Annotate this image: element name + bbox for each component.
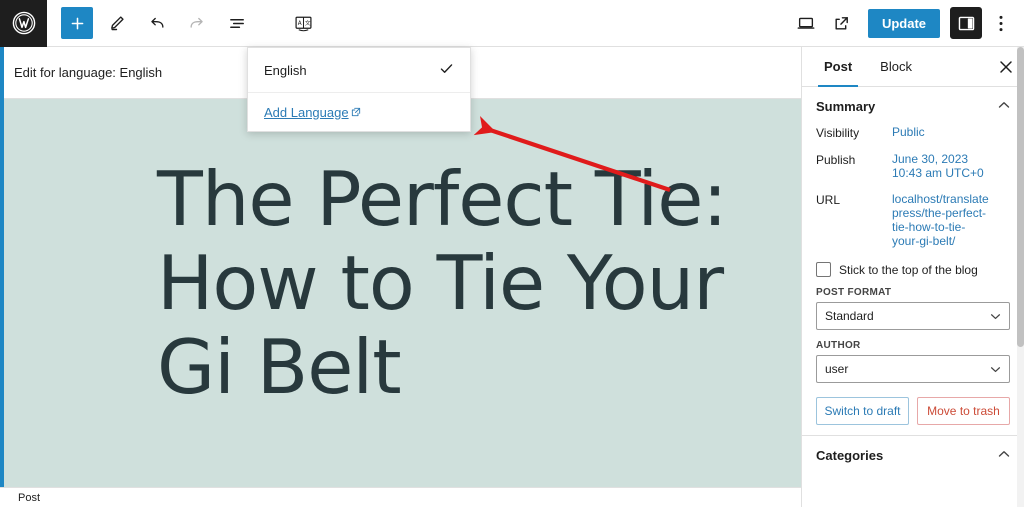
list-view-button[interactable]: [221, 7, 253, 39]
post-format-select[interactable]: Standard: [816, 302, 1010, 330]
list-view-icon: [229, 18, 244, 28]
toolbar-right-group: Update: [790, 7, 1024, 39]
summary-title: Summary: [816, 98, 876, 114]
row-visibility: Visibility Public: [816, 125, 1010, 140]
author-label: AUTHOR: [816, 340, 861, 351]
desktop-preview-icon: [797, 17, 815, 29]
switch-to-draft-button[interactable]: Switch to draft: [816, 397, 909, 425]
row-url: URL localhost/translatepress/the-perfect…: [816, 192, 1010, 248]
tab-block[interactable]: Block: [866, 47, 926, 86]
external-link-preview-icon: [835, 16, 849, 30]
tab-post[interactable]: Post: [810, 47, 866, 87]
language-menu-item-label: English: [264, 62, 307, 78]
post-title-block[interactable]: The Perfect Tie: How to Tie Your Gi Belt: [157, 157, 757, 409]
undo-arrow-icon: [151, 17, 164, 28]
url-value[interactable]: localhost/translatepress/the-perfect-tie…: [892, 192, 992, 248]
row-publish: Publish June 30, 2023 10:43 am UTC+0: [816, 152, 1010, 180]
translate-language-button[interactable]: A 文: [287, 7, 319, 39]
more-options-button[interactable]: [986, 7, 1016, 39]
svg-text:A: A: [297, 21, 301, 27]
publish-value[interactable]: June 30, 2023 10:43 am UTC+0: [892, 152, 992, 180]
author-value: user: [825, 362, 849, 376]
author-select[interactable]: user: [816, 355, 1010, 383]
sticky-post-checkbox[interactable]: [816, 262, 831, 277]
redo-button[interactable]: [181, 7, 213, 39]
toolbar-left-group: A 文: [47, 7, 327, 39]
post-format-value: Standard: [825, 309, 874, 323]
visibility-label: Visibility: [816, 126, 860, 140]
svg-text:文: 文: [304, 19, 310, 27]
edit-language-label: Edit for language: English: [14, 65, 163, 80]
canvas-language-accent: [0, 99, 4, 487]
translate-icon: A 文: [294, 16, 312, 31]
undo-button[interactable]: [141, 7, 173, 39]
editor-canvas[interactable]: The Perfect Tie: How to Tie Your Gi Belt: [0, 99, 801, 487]
checkmark-icon: [439, 61, 454, 80]
post-format-label: POST FORMAT: [816, 287, 892, 298]
add-language-label: Add Language: [264, 104, 349, 120]
add-language-menu-item[interactable]: Add Language: [248, 93, 470, 131]
preview-link-button[interactable]: [826, 7, 858, 39]
chevron-down-icon: [990, 309, 1001, 323]
url-label: URL: [816, 193, 841, 207]
external-link-icon: [351, 105, 361, 120]
chevron-down-icon: [990, 362, 1001, 376]
chevron-up-icon: [998, 101, 1010, 112]
settings-sidebar-toggle-button[interactable]: [950, 7, 982, 39]
chevron-up-icon: [998, 450, 1010, 461]
wordpress-logo-icon: [12, 11, 36, 35]
summary-section-body: Visibility Public Publish June 30, 2023 …: [802, 125, 1024, 436]
language-dropdown-menu: English Add Language: [247, 47, 471, 132]
settings-sidebar-icon: [958, 16, 974, 30]
three-dots-vertical-icon: [999, 15, 1003, 31]
edit-tool-button[interactable]: [101, 7, 133, 39]
editor-breadcrumb-bar: Post: [0, 487, 801, 507]
visibility-value[interactable]: Public: [892, 125, 925, 139]
categories-title: Categories: [816, 447, 884, 463]
plus-icon: [71, 17, 83, 29]
sidebar-tabs: Post Block: [802, 47, 1024, 87]
wordpress-block-editor: A 文 Update Edit for language: English En…: [0, 0, 1024, 507]
wordpress-logo-button[interactable]: [0, 0, 47, 47]
settings-sidebar: Post Block Summary Visibility Public Pub…: [801, 47, 1024, 507]
pencil-icon: [111, 16, 124, 31]
move-to-trash-button[interactable]: Move to trash: [917, 397, 1010, 425]
categories-section-header[interactable]: Categories: [802, 436, 1024, 474]
add-language-link[interactable]: Add Language: [264, 105, 361, 120]
sticky-post-label: Stick to the top of the blog: [839, 262, 978, 277]
update-button[interactable]: Update: [867, 8, 940, 38]
redo-arrow-icon: [190, 17, 203, 28]
breadcrumb-post[interactable]: Post: [18, 492, 40, 504]
language-bar-accent: [0, 47, 4, 99]
close-icon: [1000, 60, 1012, 73]
sidebar-scrollbar-thumb[interactable]: [1017, 47, 1024, 347]
editor-top-toolbar: A 文 Update: [0, 0, 1024, 47]
publish-label: Publish: [816, 153, 856, 167]
sidebar-scrollbar-track[interactable]: [1017, 47, 1024, 507]
sticky-post-row[interactable]: Stick to the top of the blog: [816, 262, 1010, 277]
post-action-buttons: Switch to draft Move to trash: [816, 397, 1010, 425]
summary-section-header[interactable]: Summary: [802, 87, 1024, 125]
view-device-button[interactable]: [790, 7, 822, 39]
add-block-button[interactable]: [61, 7, 93, 39]
language-menu-item-english[interactable]: English: [248, 48, 470, 93]
